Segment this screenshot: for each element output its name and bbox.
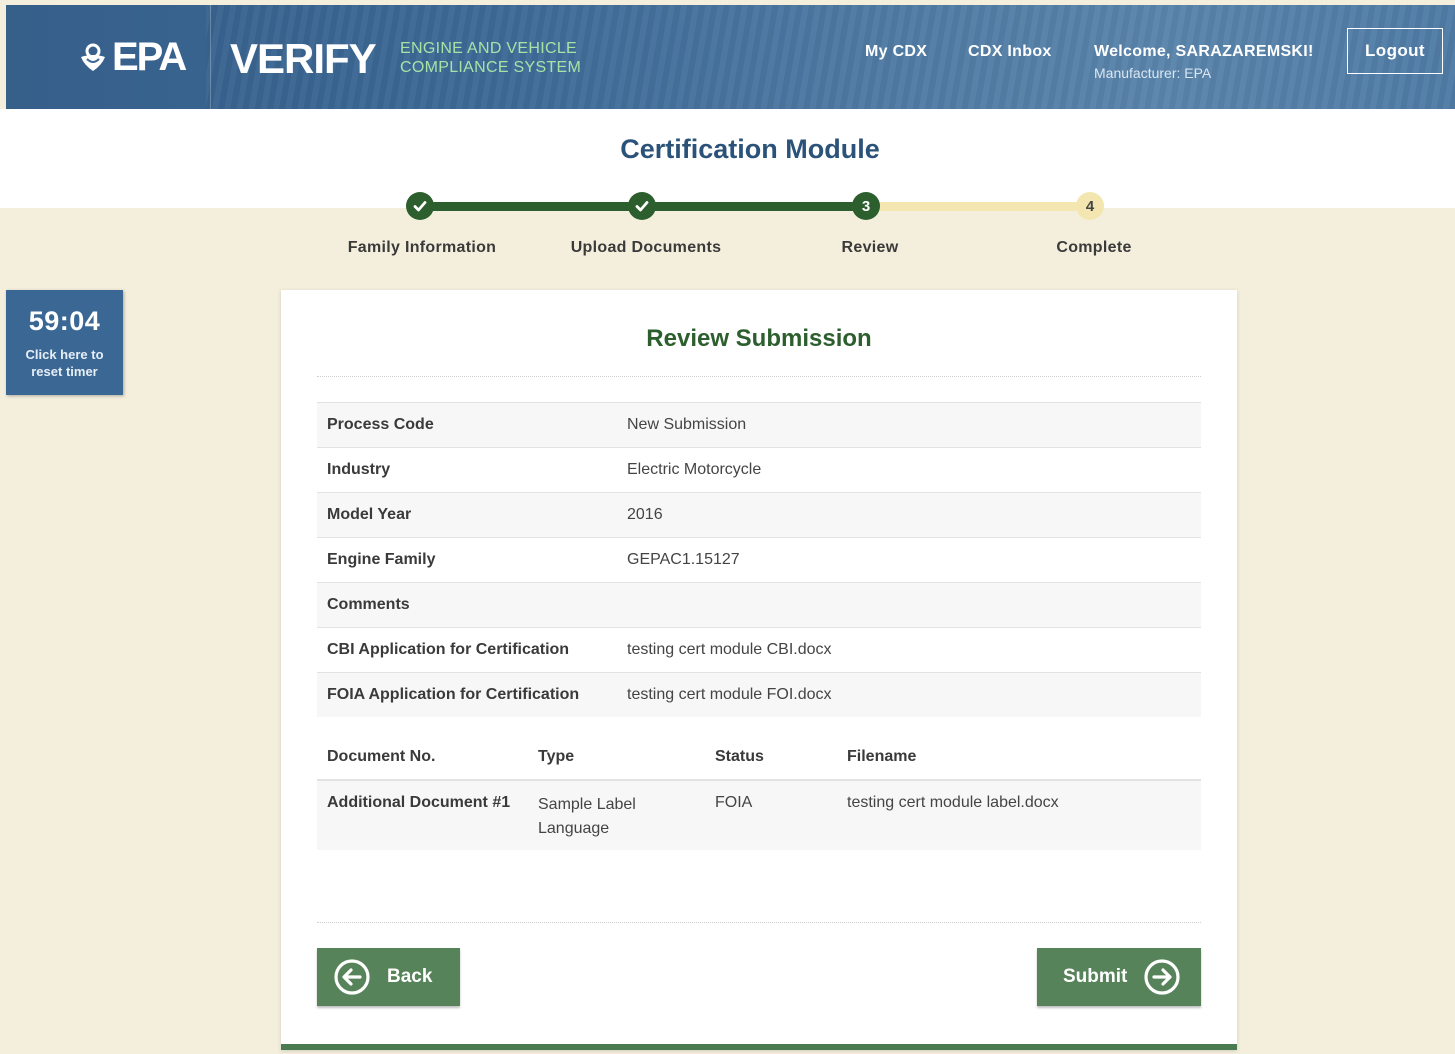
submit-button[interactable]: Submit	[1037, 948, 1201, 1006]
step-2-label: Upload Documents	[570, 239, 722, 256]
detail-row-cbi-application: CBI Application for Certification testin…	[317, 627, 1201, 672]
step-4-circle: 4	[1076, 192, 1104, 220]
detail-value: testing cert module CBI.docx	[627, 641, 832, 658]
app-header: EPA VERIFY ENGINE AND VEHICLE COMPLIANCE…	[6, 5, 1455, 109]
step-2-circle	[628, 192, 656, 220]
epa-flower-icon	[78, 43, 108, 73]
column-header: Status	[715, 748, 764, 765]
detail-row-model-year: Model Year 2016	[317, 492, 1201, 537]
documents-table-header: Document No. Type Status Filename	[317, 735, 1201, 781]
check-icon	[635, 201, 649, 212]
doc-type-line1: Sample Label	[538, 796, 636, 813]
step-4-label: Complete	[1056, 239, 1132, 256]
back-label: Back	[387, 966, 433, 987]
session-timer[interactable]: 59:04 Click here to reset timer	[6, 290, 123, 395]
table-row: Additional Document #1 Sample Label Lang…	[317, 781, 1201, 850]
doc-filename: testing cert module label.docx	[847, 794, 1059, 811]
detail-label: Model Year	[327, 506, 412, 523]
detail-row-industry: Industry Electric Motorcycle	[317, 447, 1201, 492]
detail-value: 2016	[627, 506, 663, 523]
doc-number: Additional Document #1	[327, 794, 511, 811]
detail-label: FOIA Application for Certification	[327, 686, 580, 703]
reset-timer-text[interactable]: Click here to reset timer	[6, 346, 123, 380]
manufacturer-text: Manufacturer: EPA	[1094, 65, 1212, 81]
check-icon	[413, 201, 427, 212]
step-3-label: Review	[841, 239, 899, 256]
step-1-label: Family Information	[347, 239, 497, 256]
divider-bottom	[317, 922, 1201, 923]
doc-type: Sample Label Language	[538, 793, 715, 841]
app-subtitle: ENGINE AND VEHICLE COMPLIANCE SYSTEM	[400, 39, 581, 77]
detail-label: Industry	[327, 461, 391, 478]
epa-logo[interactable]: EPA	[78, 35, 187, 80]
detail-value: New Submission	[627, 416, 747, 433]
header-divider	[210, 5, 211, 109]
detail-value: GEPAC1.15127	[627, 551, 740, 568]
review-title: Review Submission	[646, 325, 872, 352]
divider-top	[317, 376, 1201, 377]
cdx-inbox-link[interactable]: CDX Inbox	[968, 43, 1052, 61]
documents-table: Document No. Type Status Filename Additi…	[317, 735, 1201, 850]
step-3-circle: 3	[852, 192, 880, 220]
doc-type-line2: Language	[538, 820, 610, 837]
back-button[interactable]: Back	[317, 948, 460, 1006]
submit-label: Submit	[1063, 966, 1128, 987]
detail-label: Engine Family	[327, 551, 436, 568]
epa-logo-text: EPA	[112, 35, 187, 79]
detail-label: Comments	[327, 596, 410, 613]
detail-row-foia-application: FOIA Application for Certification testi…	[317, 672, 1201, 717]
detail-label: CBI Application for Certification	[327, 641, 570, 658]
detail-label: Process Code	[327, 416, 434, 433]
arrow-right-circle-icon	[1144, 959, 1180, 995]
column-header: Type	[538, 748, 575, 765]
step-1-circle	[406, 192, 434, 220]
detail-row-engine-family: Engine Family GEPAC1.15127	[317, 537, 1201, 582]
doc-status: FOIA	[715, 794, 753, 811]
app-subtitle-line1: ENGINE AND VEHICLE	[400, 40, 578, 57]
app-subtitle-line2: COMPLIANCE SYSTEM	[400, 59, 582, 76]
step-connector-3	[866, 202, 1090, 211]
step-connector-1	[420, 202, 642, 211]
logout-button[interactable]: Logout	[1347, 28, 1443, 74]
reset-timer-line2: reset timer	[31, 364, 98, 379]
timer-time: 59:04	[28, 306, 101, 336]
detail-row-process-code: Process Code New Submission	[317, 402, 1201, 447]
module-title: Certification Module	[620, 134, 880, 164]
detail-value: testing cert module FOI.docx	[627, 686, 832, 703]
review-panel: Review Submission Process Code New Submi…	[281, 290, 1237, 1050]
my-cdx-link[interactable]: My CDX	[865, 43, 927, 61]
column-header: Filename	[847, 748, 917, 765]
detail-value: Electric Motorcycle	[627, 461, 762, 478]
welcome-text: Welcome, SARAZAREMSKI!	[1094, 43, 1314, 60]
arrow-left-circle-icon	[334, 959, 370, 995]
app-name: VERIFY	[230, 35, 377, 82]
step-connector-2	[642, 202, 866, 211]
reset-timer-line1: Click here to	[25, 347, 104, 362]
detail-row-comments: Comments	[317, 582, 1201, 627]
column-header: Document No.	[327, 748, 436, 765]
submission-details: Process Code New Submission Industry Ele…	[317, 402, 1201, 717]
